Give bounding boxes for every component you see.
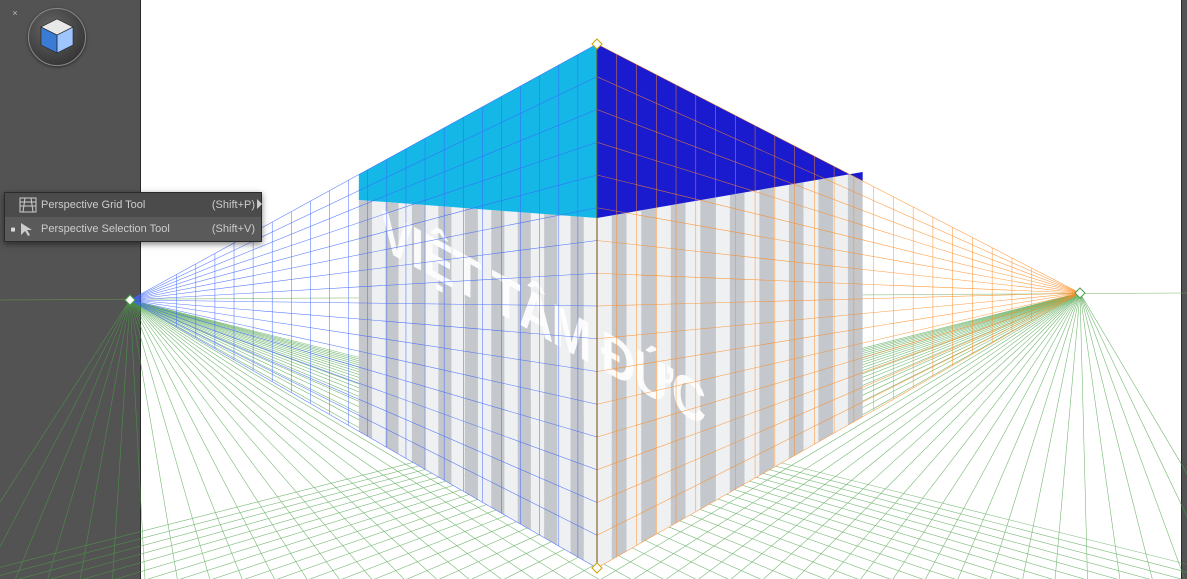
tool-perspective-selection[interactable]: ■ Perspective Selection Tool (Shift+V) <box>5 217 261 241</box>
cube-icon <box>29 9 85 65</box>
perspective-selection-icon <box>17 220 39 238</box>
tool-label: Perspective Selection Tool <box>39 223 204 235</box>
tool-perspective-grid[interactable]: Perspective Grid Tool (Shift+P) <box>5 193 261 217</box>
perspective-grid-icon <box>17 196 39 214</box>
perspective-scene: VIỆT TÂM ĐỨC <box>0 0 1187 579</box>
tool-label: Perspective Grid Tool <box>39 199 204 211</box>
selected-indicator: ■ <box>9 225 17 234</box>
tool-flyout-menu: Perspective Grid Tool (Shift+P) ■ Perspe… <box>4 192 262 242</box>
tool-shortcut: (Shift+P) <box>204 199 255 211</box>
chevron-right-icon <box>257 199 262 209</box>
tool-shortcut: (Shift+V) <box>204 223 255 235</box>
plane-switching-widget[interactable] <box>28 8 86 66</box>
close-icon[interactable]: × <box>10 8 20 18</box>
